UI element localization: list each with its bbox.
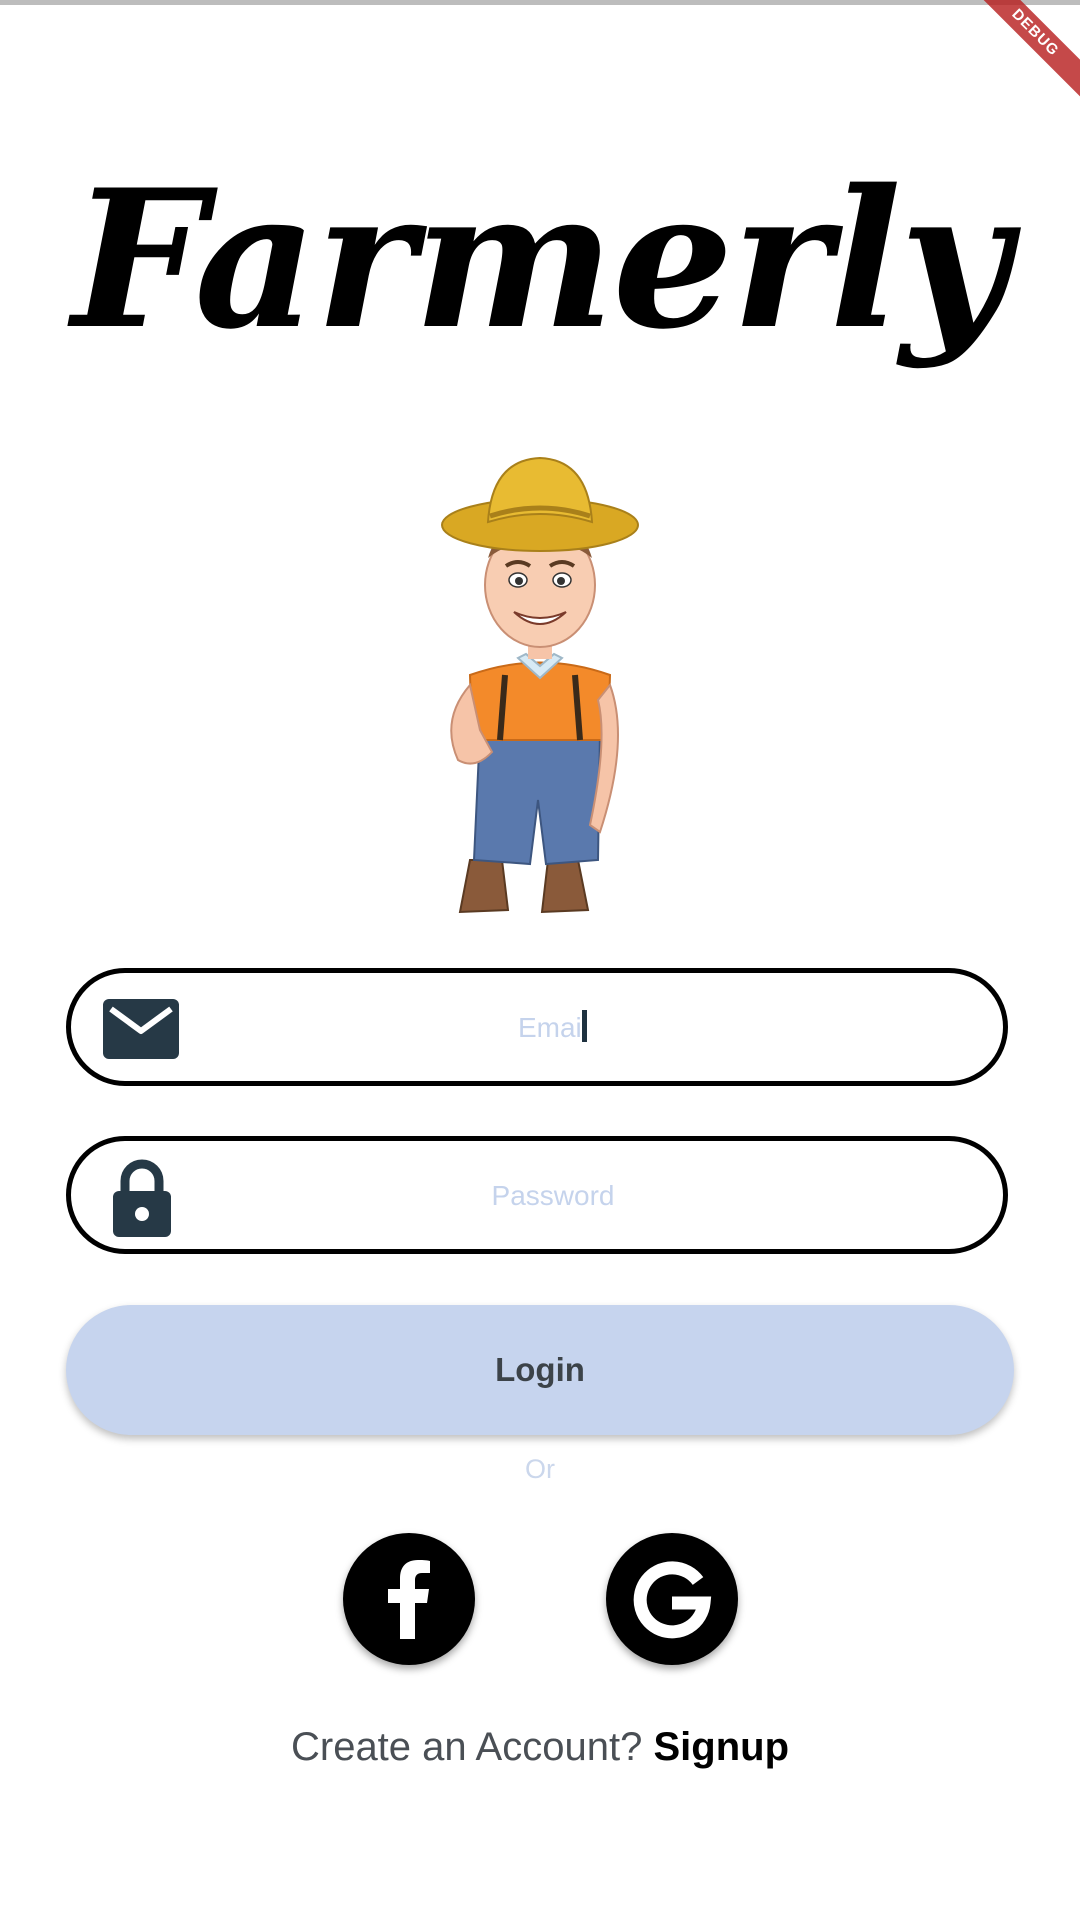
debug-banner: DEBUG: [962, 0, 1080, 118]
email-field-container[interactable]: [66, 968, 1008, 1086]
signup-row: Create an Account? Signup: [0, 1725, 1080, 1770]
password-input[interactable]: [201, 1157, 905, 1235]
google-login-button[interactable]: [606, 1533, 738, 1665]
status-line: [0, 0, 1080, 5]
facebook-icon: [388, 1560, 430, 1639]
signup-prompt: Create an Account?: [290, 1725, 643, 1769]
login-button[interactable]: Login: [66, 1305, 1014, 1435]
mail-icon: [103, 999, 179, 1059]
lock-icon: [113, 1159, 171, 1237]
app-logo: Farmerly: [71, 148, 1010, 371]
signup-link[interactable]: Signup: [653, 1725, 789, 1769]
farmer-mascot-image: [441, 456, 639, 914]
google-icon: [633, 1561, 712, 1639]
or-divider-text: Or: [525, 1454, 555, 1484]
email-input[interactable]: [201, 989, 905, 1067]
facebook-login-button[interactable]: [343, 1533, 475, 1665]
debug-banner-label: DEBUG: [965, 0, 1080, 103]
password-field-container[interactable]: [66, 1136, 1008, 1254]
text-cursor: [582, 1010, 587, 1042]
